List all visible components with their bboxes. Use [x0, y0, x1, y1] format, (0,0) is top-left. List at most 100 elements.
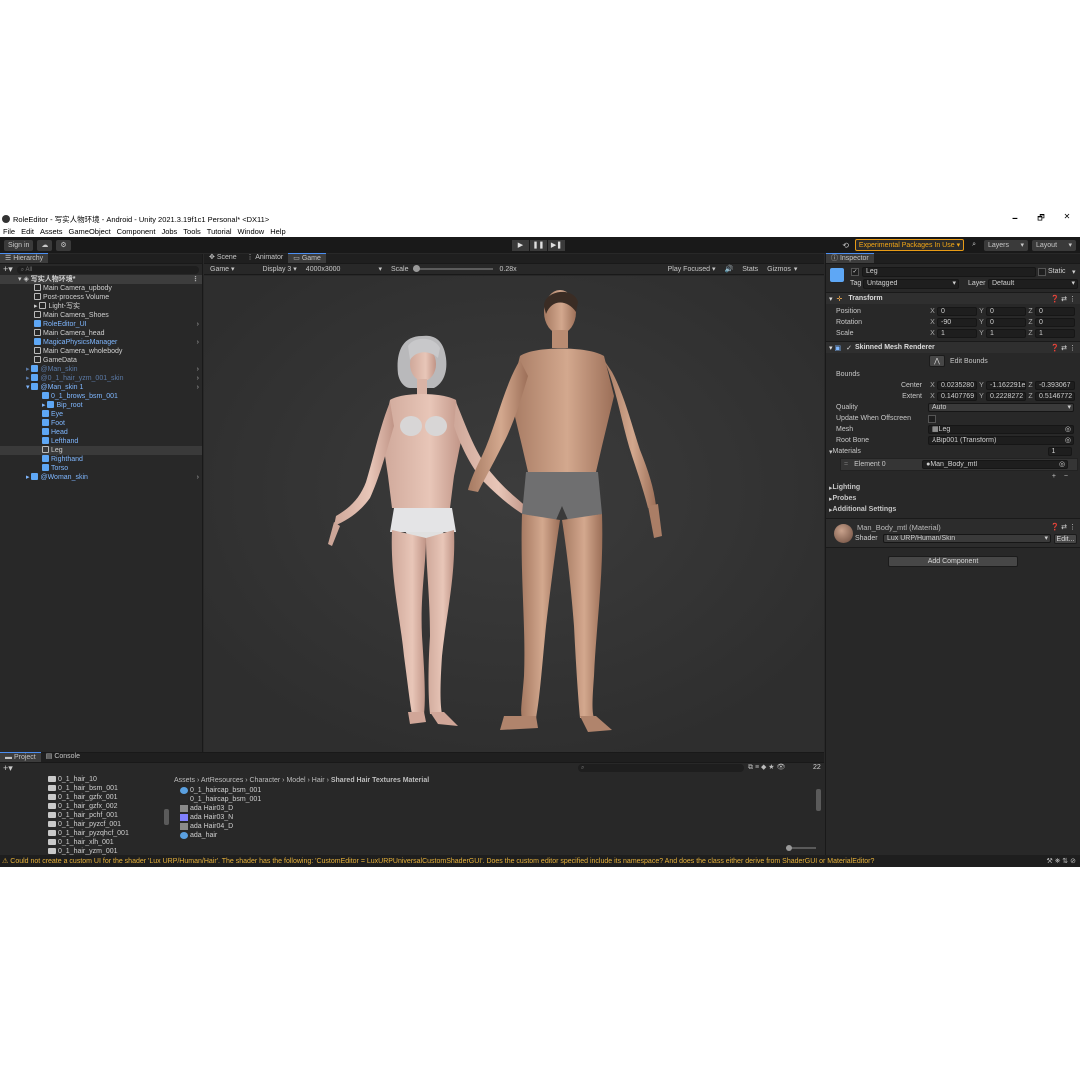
component-menu-icons[interactable]: ❓ ⇄ ⋮ [1051, 344, 1076, 352]
add-element-button[interactable]: + [1052, 473, 1056, 480]
layers-dropdown[interactable]: Layers ▾ [984, 239, 1028, 251]
extent-y-field[interactable]: 0.2228272 [986, 392, 1026, 401]
asset-item[interactable]: 0_1_haircap_bsm_001 [174, 786, 824, 795]
menu-edit[interactable]: Edit [21, 227, 34, 236]
breadcrumb-item[interactable]: Model [286, 777, 305, 784]
cloud-icon[interactable]: ☁ [37, 239, 53, 251]
static-checkbox[interactable] [1038, 268, 1046, 276]
hierarchy-item[interactable]: 0_1_brows_bsm_001 [0, 392, 202, 401]
stats-button[interactable]: Stats [739, 266, 761, 273]
tag-dropdown[interactable]: Untagged ▾ [863, 279, 959, 289]
hierarchy-item[interactable]: Torso [0, 464, 202, 473]
x-field[interactable]: -90 [937, 318, 977, 327]
menu-gameobject[interactable]: GameObject [69, 227, 111, 236]
hierarchy-item[interactable]: RoleEditor_UI › [0, 320, 202, 329]
quality-dropdown[interactable]: Auto ▾ [928, 403, 1074, 412]
asset-item[interactable]: ada Hair03_N [174, 813, 824, 822]
play-button[interactable]: ▶ [512, 240, 529, 251]
asset-item[interactable]: ada_hair [174, 831, 824, 840]
chevron-right-icon[interactable]: › [197, 374, 199, 383]
z-field[interactable]: 0 [1035, 307, 1075, 316]
menu-assets[interactable]: Assets [40, 227, 63, 236]
add-component-button[interactable]: Add Component [888, 556, 1018, 567]
menu-tools[interactable]: Tools [183, 227, 201, 236]
center-z-field[interactable]: -0.393067 [1035, 381, 1075, 390]
project-search-input[interactable]: ⌕ [578, 764, 744, 772]
y-field[interactable]: 0 [986, 318, 1026, 327]
center-y-field[interactable]: -1.162291e [986, 381, 1026, 390]
project-folder-item[interactable]: 0_1_hair_gzfx_002 [0, 802, 170, 811]
scene-menu-icon[interactable]: ⋮ [192, 275, 199, 284]
skinned-mesh-renderer-header[interactable]: ▾ ▣ ✓ Skinned Mesh Renderer ❓ ⇄ ⋮ [826, 341, 1080, 353]
maximize-button[interactable]: 🗗 [1028, 212, 1054, 226]
play-focused-dropdown[interactable]: Play Focused ▾ [665, 265, 719, 273]
console-status-bar[interactable]: ⚠ Could not create a custom UI for the s… [0, 855, 1080, 867]
game-viewport[interactable] [204, 276, 824, 752]
status-right-icons[interactable]: ⚒ ⛯ ⇅ ⊘ [1047, 857, 1076, 866]
project-folder-item[interactable]: 0_1_hair_pyzqhcf_001 [0, 829, 170, 838]
collab-gear-icon[interactable]: ⚙ [56, 239, 71, 251]
mute-audio-icon[interactable]: 🔊 [722, 265, 737, 273]
chevron-right-icon[interactable]: › [197, 338, 199, 347]
display-dropdown[interactable]: Display 3 ▾ [260, 265, 300, 273]
root-bone-field[interactable]: ⅄Bip001 (Transform) ◎ [928, 436, 1074, 445]
hierarchy-item[interactable]: Foot [0, 419, 202, 428]
resolution-dropdown[interactable]: 4000x3000 ▾ [303, 265, 385, 273]
chevron-down-icon[interactable]: ▾ [794, 265, 798, 273]
y-field[interactable]: 1 [986, 329, 1026, 338]
project-folder-item[interactable]: 0_1_hair_gzfx_001 [0, 793, 170, 802]
icon-size-slider-thumb[interactable] [786, 845, 792, 851]
object-name-field[interactable]: Leg [862, 267, 1036, 277]
chevron-right-icon[interactable]: › [197, 473, 199, 482]
breadcrumb-item[interactable]: Character [250, 777, 281, 784]
breadcrumb-item[interactable]: Shared Hair Textures Material [331, 777, 429, 784]
project-folder-item[interactable]: 0_1_hair_pchf_001 [0, 811, 170, 820]
tab-animator[interactable]: ⋮ Animator [242, 253, 289, 263]
hierarchy-item[interactable]: MagicaPhysicsManager › [0, 338, 202, 347]
probes-foldout[interactable]: ▸ Probes [826, 493, 1080, 504]
hierarchy-item[interactable]: ▸ Bip_root [0, 401, 202, 410]
asset-item[interactable]: 0_1_haircap_bsm_001 [174, 795, 824, 804]
hierarchy-item[interactable]: GameData [0, 356, 202, 365]
materials-count-field[interactable]: 1 [1047, 447, 1072, 456]
project-folder-item[interactable]: 0_1_hair_pyzcf_001 [0, 820, 170, 829]
hierarchy-item[interactable]: Main Camera_Shoes [0, 311, 202, 320]
hierarchy-item[interactable]: ▸ @0_1_hair_yzm_001_skin › [0, 374, 202, 383]
menu-file[interactable]: File [3, 227, 15, 236]
x-field[interactable]: 0 [937, 307, 977, 316]
menu-tutorial[interactable]: Tutorial [207, 227, 232, 236]
sign-in-button[interactable]: Sign in [4, 239, 34, 251]
tree-scrollbar[interactable] [164, 809, 169, 825]
hierarchy-search-input[interactable]: ⌕ All [16, 265, 199, 274]
component-menu-icons[interactable]: ❓ ⇄ ⋮ [1051, 523, 1076, 531]
hierarchy-item[interactable]: ▸ @Man_skin › [0, 365, 202, 374]
search-icon[interactable]: ⌕ [972, 241, 976, 249]
active-checkbox[interactable]: ✓ [851, 268, 859, 276]
object-picker-icon[interactable]: ◎ [1065, 437, 1071, 444]
additional-settings-foldout[interactable]: ▸ Additional Settings [826, 504, 1080, 515]
tab-scene[interactable]: ✥ Scene [204, 253, 242, 263]
hierarchy-item[interactable]: Post-process Volume [0, 293, 202, 302]
tab-game[interactable]: ▭ Game [288, 253, 326, 263]
mesh-field[interactable]: ▦Leg ◎ [928, 425, 1074, 434]
drag-handle-icon[interactable]: = [844, 461, 848, 468]
hierarchy-item[interactable]: Eye [0, 410, 202, 419]
z-field[interactable]: 1 [1035, 329, 1075, 338]
breadcrumb-item[interactable]: Assets [174, 777, 195, 784]
hierarchy-item[interactable]: ▸ Light-写实 [0, 302, 202, 311]
extent-z-field[interactable]: 0.5146772 [1035, 392, 1075, 401]
step-button[interactable]: ▶❚ [548, 240, 565, 251]
tab-hierarchy[interactable]: ☰ Hierarchy [0, 253, 49, 263]
material-header[interactable]: Man_Body_mtl (Material) ❓ ⇄ ⋮ Shader Lux… [826, 518, 1080, 548]
asset-item[interactable]: ada Hair04_D [174, 822, 824, 831]
layout-dropdown[interactable]: Layout ▾ [1032, 239, 1076, 251]
scale-slider[interactable] [413, 265, 494, 272]
hierarchy-item[interactable]: Main Camera_head [0, 329, 202, 338]
edit-bounds-button[interactable]: ⋀ [929, 355, 945, 367]
update-offscreen-checkbox[interactable] [928, 414, 936, 423]
experimental-packages-badge[interactable]: Experimental Packages In Use ▾ [854, 239, 965, 251]
breadcrumb-item[interactable]: Hair [312, 777, 325, 784]
chevron-right-icon[interactable]: › [197, 320, 199, 329]
hierarchy-item[interactable]: Righthand [0, 455, 202, 464]
tab-console[interactable]: ▤ Console [41, 752, 85, 762]
